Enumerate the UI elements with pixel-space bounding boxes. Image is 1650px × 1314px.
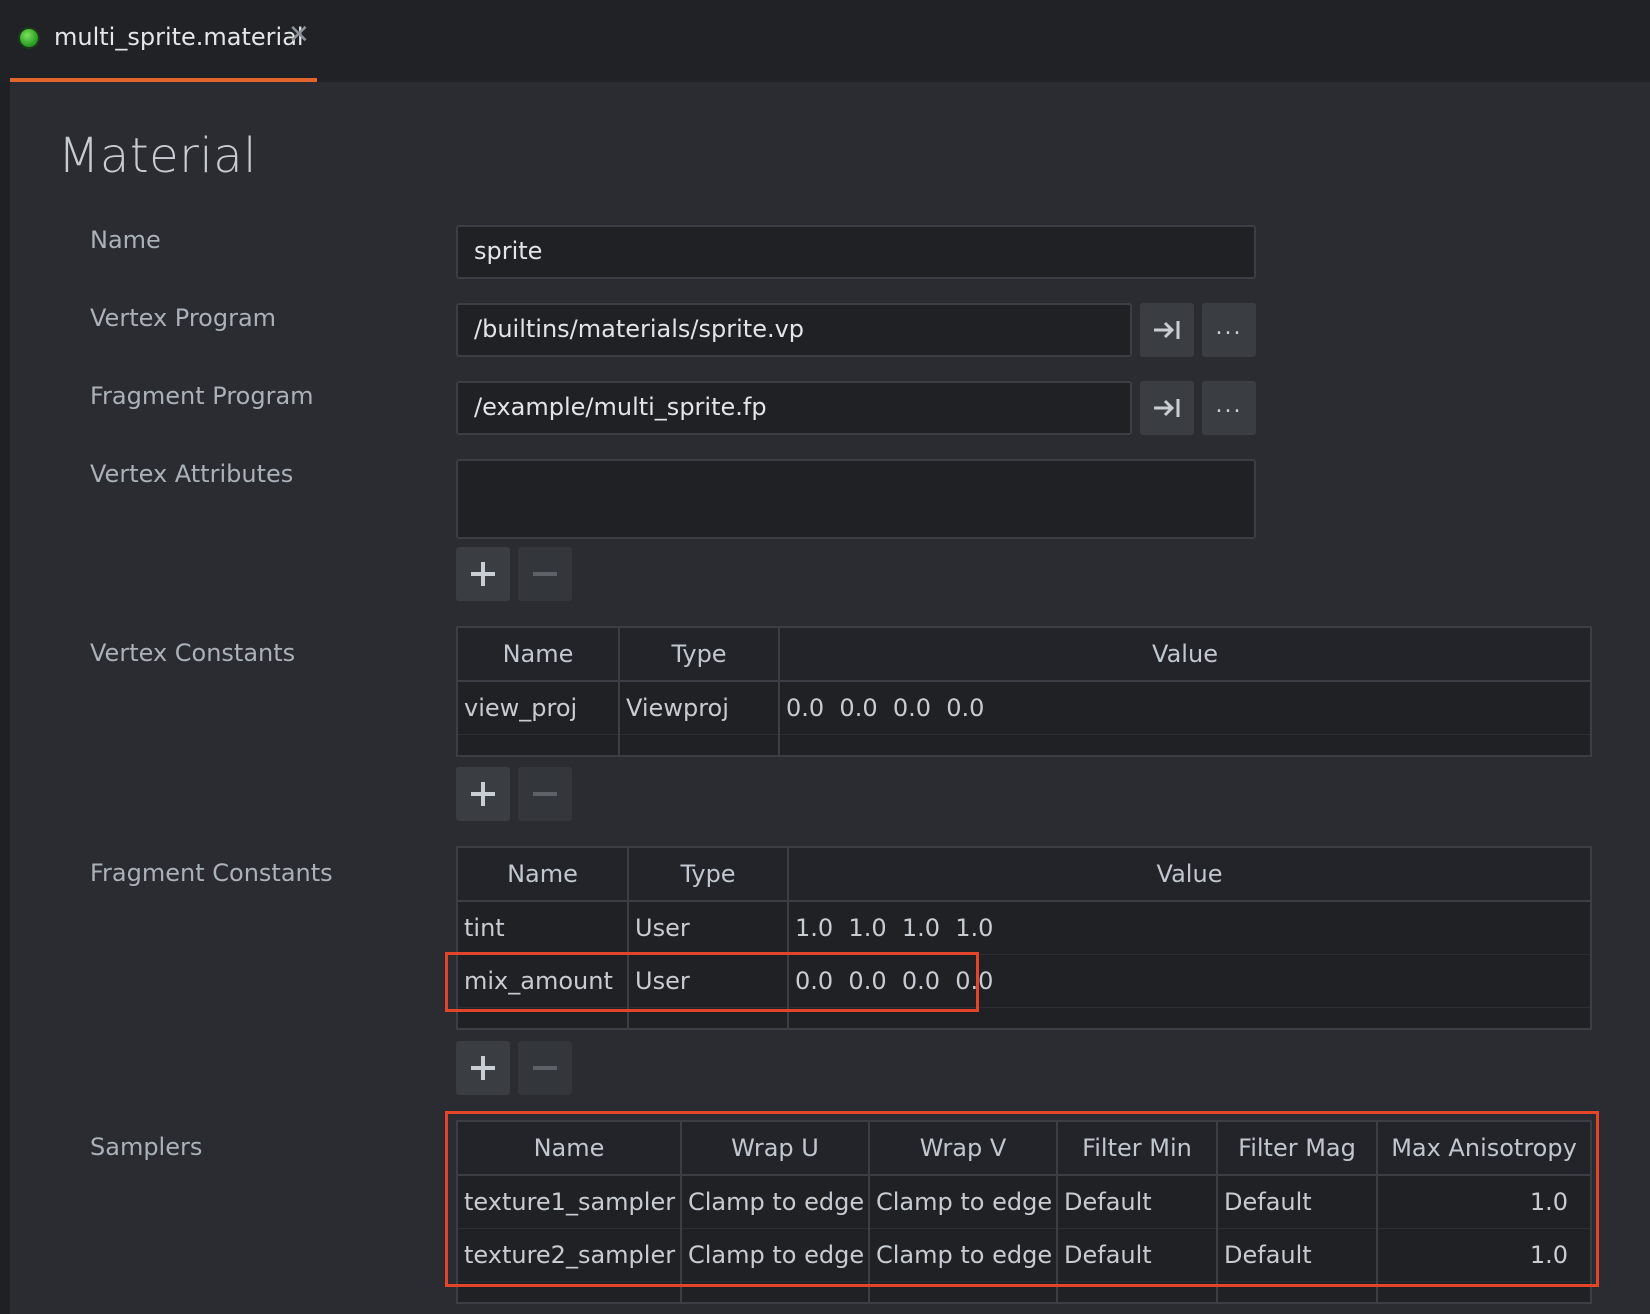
cell-wrap-v[interactable]: Clamp to edge xyxy=(869,1175,1058,1229)
add-vertex-constant-button[interactable] xyxy=(456,767,510,821)
samplers-label: Samplers xyxy=(90,1133,203,1161)
column-header-name[interactable]: Name xyxy=(457,627,620,682)
goto-file-icon xyxy=(1154,399,1180,417)
tab-multi-sprite-material[interactable]: multi_sprite.material ✕ xyxy=(10,0,317,82)
ellipsis-icon: ... xyxy=(1215,314,1243,340)
table-empty-row xyxy=(457,1281,1591,1304)
cell-name[interactable]: view_proj xyxy=(457,681,620,735)
table-empty-row xyxy=(457,734,1591,757)
column-header-value[interactable]: Value xyxy=(779,627,1591,682)
cell-name[interactable]: texture2_sampler xyxy=(457,1228,682,1282)
left-edge xyxy=(0,82,10,1314)
column-header-wrap-u[interactable]: Wrap U xyxy=(681,1121,870,1176)
fragment-program-browse-button[interactable]: ... xyxy=(1202,381,1256,435)
name-label: Name xyxy=(90,226,161,254)
vertex-constants-table: Name Type Value view_proj Viewproj 0.0 0… xyxy=(456,626,1592,757)
cell-wrap-u[interactable]: Clamp to edge xyxy=(681,1228,870,1282)
remove-vertex-attribute-button[interactable] xyxy=(518,547,572,601)
table-row[interactable]: mix_amount User 0.0 0.0 0.0 0.0 xyxy=(457,954,1591,1008)
vertex-program-open-button[interactable] xyxy=(1140,303,1194,357)
goto-file-icon xyxy=(1154,321,1180,339)
column-header-max-anisotropy[interactable]: Max Anisotropy xyxy=(1377,1121,1591,1176)
vertex-constants-label: Vertex Constants xyxy=(90,639,296,667)
cell-filter-mag[interactable]: Default xyxy=(1217,1175,1378,1229)
close-icon[interactable]: ✕ xyxy=(288,20,310,50)
fragment-program-label: Fragment Program xyxy=(90,382,314,410)
remove-vertex-constant-button[interactable] xyxy=(518,767,572,821)
column-header-filter-min[interactable]: Filter Min xyxy=(1057,1121,1218,1176)
cell-wrap-u[interactable]: Clamp to edge xyxy=(681,1175,870,1229)
cell-type[interactable]: User xyxy=(628,901,789,955)
cell-value[interactable]: 1.0 1.0 1.0 1.0 xyxy=(788,901,1591,955)
minus-icon xyxy=(533,1056,557,1080)
page-title: Material xyxy=(58,128,257,184)
cell-value[interactable]: 0.0 0.0 0.0 0.0 xyxy=(779,681,1591,735)
vertex-attributes-list[interactable] xyxy=(456,459,1256,539)
fragment-constants-table: Name Type Value tint User 1.0 1.0 1.0 1.… xyxy=(456,846,1592,1030)
table-row[interactable]: texture2_sampler Clamp to edge Clamp to … xyxy=(457,1228,1591,1282)
table-header: Name Wrap U Wrap V Filter Min Filter Mag… xyxy=(457,1121,1591,1176)
table-row[interactable]: view_proj Viewproj 0.0 0.0 0.0 0.0 xyxy=(457,681,1591,735)
fragment-constants-label: Fragment Constants xyxy=(90,859,333,887)
vertex-attributes-label: Vertex Attributes xyxy=(90,460,294,488)
tab-bar: multi_sprite.material ✕ xyxy=(0,0,1650,82)
column-header-name[interactable]: Name xyxy=(457,847,629,902)
cell-name[interactable]: texture1_sampler xyxy=(457,1175,682,1229)
column-header-value[interactable]: Value xyxy=(788,847,1591,902)
column-header-name[interactable]: Name xyxy=(457,1121,682,1176)
cell-name[interactable]: tint xyxy=(457,901,629,955)
samplers-table: Name Wrap U Wrap V Filter Min Filter Mag… xyxy=(456,1120,1592,1304)
add-vertex-attribute-button[interactable] xyxy=(456,547,510,601)
table-header: Name Type Value xyxy=(457,627,1591,682)
cell-max-anisotropy[interactable]: 1.0 xyxy=(1377,1175,1591,1229)
vertex-program-browse-button[interactable]: ... xyxy=(1202,303,1256,357)
cell-name[interactable]: mix_amount xyxy=(457,954,629,1008)
cell-value[interactable]: 0.0 0.0 0.0 0.0 xyxy=(788,954,1591,1008)
column-header-wrap-v[interactable]: Wrap V xyxy=(869,1121,1058,1176)
status-dot-icon xyxy=(18,27,40,49)
fragment-program-field[interactable]: /example/multi_sprite.fp xyxy=(456,381,1132,435)
tab-title: multi_sprite.material xyxy=(54,23,304,51)
remove-fragment-constant-button[interactable] xyxy=(518,1041,572,1095)
cell-filter-mag[interactable]: Default xyxy=(1217,1228,1378,1282)
add-fragment-constant-button[interactable] xyxy=(456,1041,510,1095)
plus-icon xyxy=(471,562,495,586)
minus-icon xyxy=(533,562,557,586)
cell-filter-min[interactable]: Default xyxy=(1057,1228,1218,1282)
table-header: Name Type Value xyxy=(457,847,1591,902)
plus-icon xyxy=(471,782,495,806)
plus-icon xyxy=(471,1056,495,1080)
cell-filter-min[interactable]: Default xyxy=(1057,1175,1218,1229)
minus-icon xyxy=(533,782,557,806)
vertex-program-label: Vertex Program xyxy=(90,304,277,332)
table-row[interactable]: texture1_sampler Clamp to edge Clamp to … xyxy=(457,1175,1591,1229)
table-row[interactable]: tint User 1.0 1.0 1.0 1.0 xyxy=(457,901,1591,955)
cell-max-anisotropy[interactable]: 1.0 xyxy=(1377,1228,1591,1282)
fragment-program-open-button[interactable] xyxy=(1140,381,1194,435)
ellipsis-icon: ... xyxy=(1215,392,1243,418)
column-header-filter-mag[interactable]: Filter Mag xyxy=(1217,1121,1378,1176)
table-empty-row xyxy=(457,1007,1591,1030)
cell-wrap-v[interactable]: Clamp to edge xyxy=(869,1228,1058,1282)
column-header-type[interactable]: Type xyxy=(628,847,789,902)
cell-type[interactable]: Viewproj xyxy=(619,681,780,735)
vertex-program-field[interactable]: /builtins/materials/sprite.vp xyxy=(456,303,1132,357)
column-header-type[interactable]: Type xyxy=(619,627,780,682)
name-field[interactable]: sprite xyxy=(456,225,1256,279)
cell-type[interactable]: User xyxy=(628,954,789,1008)
